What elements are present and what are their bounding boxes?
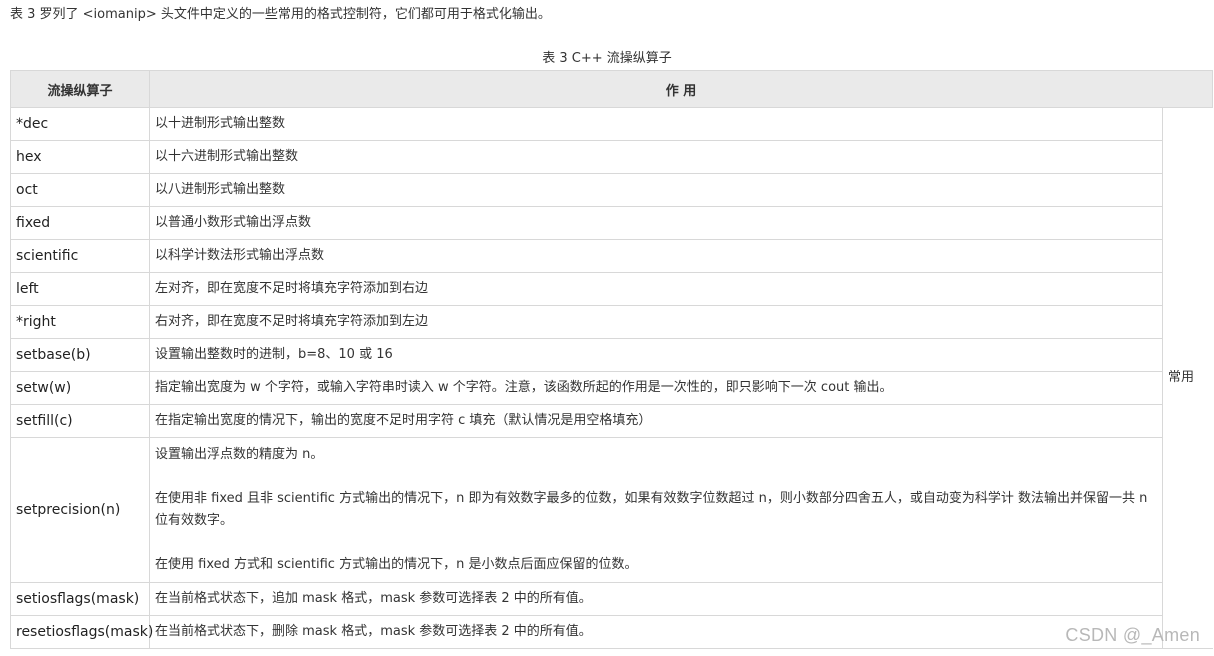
manipulator-name: oct — [10, 173, 150, 207]
table-header-row: 流操纵算子 作 用 — [10, 70, 1213, 108]
table-row: left 左对齐，即在宽度不足时将填充字符添加到右边 — [10, 272, 1213, 306]
manipulator-description: 在当前格式状态下，追加 mask 格式，mask 参数可选择表 2 中的所有值。 — [149, 582, 1163, 616]
manipulator-name: setfill(c) — [10, 404, 150, 438]
column-header-effect: 作 用 — [149, 70, 1213, 108]
column-header-name: 流操纵算子 — [10, 70, 150, 108]
manipulator-name: scientific — [10, 239, 150, 273]
table-caption: 表 3 C++ 流操纵算子 — [542, 51, 672, 66]
table-row: setw(w) 指定输出宽度为 w 个字符，或输入字符串时读入 w 个字符。注意… — [10, 371, 1213, 405]
manipulator-description: 在指定输出宽度的情况下，输出的宽度不足时用字符 c 填充（默认情况是用空格填充） — [149, 404, 1163, 438]
table-row: setiosflags(mask) 在当前格式状态下，追加 mask 格式，ma… — [10, 582, 1213, 616]
manipulator-name: *right — [10, 305, 150, 339]
table-row: setbase(b) 设置输出整数时的进制，b=8、10 或 16 — [10, 338, 1213, 372]
table-row: scientific 以科学计数法形式输出浮点数 — [10, 239, 1213, 273]
description-paragraph: 在使用非 fixed 且非 scientific 方式输出的情况下，n 即为有效… — [155, 491, 1148, 528]
manipulator-description: 指定输出宽度为 w 个字符，或输入字符串时读入 w 个字符。注意，该函数所起的作… — [149, 371, 1163, 405]
intro-text: 表 3 罗列了 <iomanip> 头文件中定义的一些常用的格式控制符，它们都可… — [10, 7, 551, 22]
manipulator-name: hex — [10, 140, 150, 174]
table-row: hex 以十六进制形式输出整数 — [10, 140, 1213, 174]
description-paragraph: 设置输出浮点数的精度为 n。 — [155, 447, 324, 462]
manipulator-name: setbase(b) — [10, 338, 150, 372]
manipulator-description: 在当前格式状态下，删除 mask 格式，mask 参数可选择表 2 中的所有值。 — [149, 615, 1163, 649]
manipulator-description: 以科学计数法形式输出浮点数 — [149, 239, 1163, 273]
manipulator-name: *dec — [10, 107, 150, 141]
table-row: *right 右对齐，即在宽度不足时将填充字符添加到左边 — [10, 305, 1213, 339]
table-row: *dec 以十进制形式输出整数 常用 — [10, 107, 1213, 649]
manipulator-description: 设置输出整数时的进制，b=8、10 或 16 — [149, 338, 1163, 372]
table-row: setfill(c) 在指定输出宽度的情况下，输出的宽度不足时用字符 c 填充（… — [10, 404, 1213, 438]
manipulator-description: 右对齐，即在宽度不足时将填充字符添加到左边 — [149, 305, 1163, 339]
manipulator-name: setiosflags(mask) — [10, 582, 150, 616]
manipulator-description: 以普通小数形式输出浮点数 — [149, 206, 1163, 240]
manipulator-name: left — [10, 272, 150, 306]
manipulator-table: 流操纵算子 作 用 *dec 以十进制形式输出整数 常用 hex 以十六进制形式… — [10, 70, 1213, 649]
manipulator-description: 设置输出浮点数的精度为 n。 在使用非 fixed 且非 scientific … — [149, 437, 1163, 583]
manipulator-description: 以八进制形式输出整数 — [149, 173, 1163, 207]
table-row: setprecision(n) 设置输出浮点数的精度为 n。 在使用非 fixe… — [10, 437, 1213, 583]
description-paragraph: 在使用 fixed 方式和 scientific 方式输出的情况下，n 是小数点… — [155, 557, 638, 572]
manipulator-description: 以十六进制形式输出整数 — [149, 140, 1163, 174]
csdn-watermark: CSDN @_Amen — [1065, 625, 1200, 645]
manipulator-description: 以十进制形式输出整数 — [149, 107, 1163, 141]
manipulator-name: fixed — [10, 206, 150, 240]
manipulator-name: resetiosflags(mask) — [10, 615, 153, 649]
table-row: oct 以八进制形式输出整数 — [10, 173, 1213, 207]
manipulator-description: 左对齐，即在宽度不足时将填充字符添加到右边 — [149, 272, 1163, 306]
table-row: resetiosflags(mask) 在当前格式状态下，删除 mask 格式，… — [10, 615, 1213, 649]
group-label: 常用 — [1162, 107, 1213, 649]
manipulator-name: setw(w) — [10, 371, 150, 405]
manipulator-name: setprecision(n) — [10, 437, 150, 583]
table-row: fixed 以普通小数形式输出浮点数 — [10, 206, 1213, 240]
